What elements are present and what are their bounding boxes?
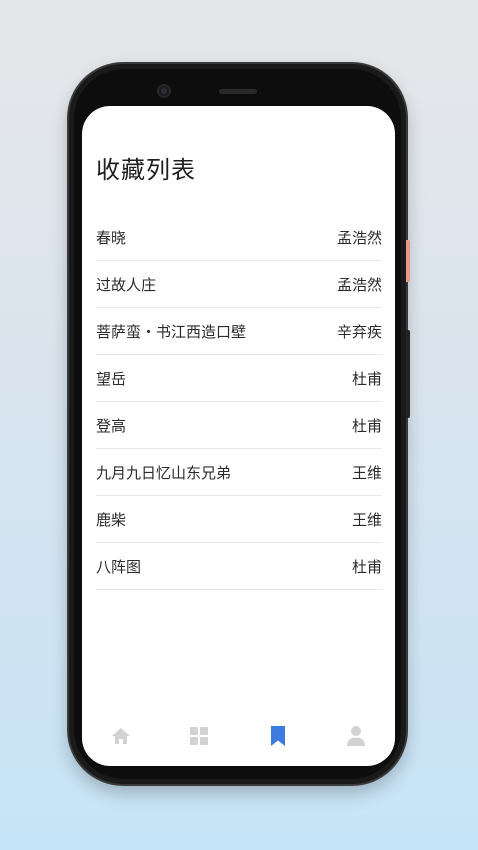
tab-profile[interactable] bbox=[336, 716, 376, 756]
poem-title: 登高 bbox=[96, 416, 127, 435]
poem-title: 过故人庄 bbox=[96, 275, 157, 294]
poem-author: 杜甫 bbox=[351, 369, 382, 388]
list-item[interactable]: 菩萨蛮・书江西造口壁 辛弃疾 bbox=[96, 308, 382, 355]
poem-author: 王维 bbox=[351, 510, 382, 529]
list-item[interactable]: 八阵图 杜甫 bbox=[96, 543, 382, 590]
poem-title: 望岳 bbox=[96, 369, 127, 388]
poem-author: 孟浩然 bbox=[336, 275, 382, 294]
page-title: 收藏列表 bbox=[96, 156, 196, 184]
list-item[interactable]: 九月九日忆山东兄弟 王维 bbox=[96, 449, 382, 496]
list-item[interactable]: 登高 杜甫 bbox=[96, 402, 382, 449]
bottom-tab-bar bbox=[82, 706, 395, 766]
list-item[interactable]: 望岳 杜甫 bbox=[96, 355, 382, 402]
favorites-list: 春晓 孟浩然 过故人庄 孟浩然 菩萨蛮・书江西造口壁 辛弃疾 望岳 杜甫 登高 … bbox=[96, 214, 382, 590]
earpiece-speaker bbox=[219, 89, 257, 94]
grid-icon bbox=[190, 727, 209, 745]
tab-home[interactable] bbox=[101, 716, 141, 756]
list-item[interactable]: 过故人庄 孟浩然 bbox=[96, 261, 382, 308]
poem-author: 王维 bbox=[351, 463, 382, 482]
poem-title: 九月九日忆山东兄弟 bbox=[96, 463, 232, 482]
list-item[interactable]: 鹿柴 王维 bbox=[96, 496, 382, 543]
tab-categories[interactable] bbox=[179, 716, 219, 756]
volume-button bbox=[406, 330, 410, 418]
poem-author: 杜甫 bbox=[351, 557, 382, 576]
poem-author: 杜甫 bbox=[351, 416, 382, 435]
poem-title: 菩萨蛮・书江西造口壁 bbox=[96, 322, 247, 341]
list-item[interactable]: 春晓 孟浩然 bbox=[96, 214, 382, 261]
app-screen: 收藏列表 春晓 孟浩然 过故人庄 孟浩然 菩萨蛮・书江西造口壁 辛弃疾 望岳 杜… bbox=[82, 106, 395, 766]
front-camera bbox=[157, 84, 171, 98]
poem-author: 孟浩然 bbox=[336, 228, 382, 247]
home-icon bbox=[112, 728, 131, 744]
power-button bbox=[406, 240, 410, 282]
poem-title: 春晓 bbox=[96, 228, 127, 247]
poem-title: 八阵图 bbox=[96, 557, 142, 576]
poem-author: 辛弃疾 bbox=[336, 322, 382, 341]
user-icon bbox=[346, 726, 365, 746]
poem-title: 鹿柴 bbox=[96, 510, 127, 529]
tab-favorites[interactable] bbox=[258, 716, 298, 756]
bookmark-icon bbox=[270, 726, 285, 746]
